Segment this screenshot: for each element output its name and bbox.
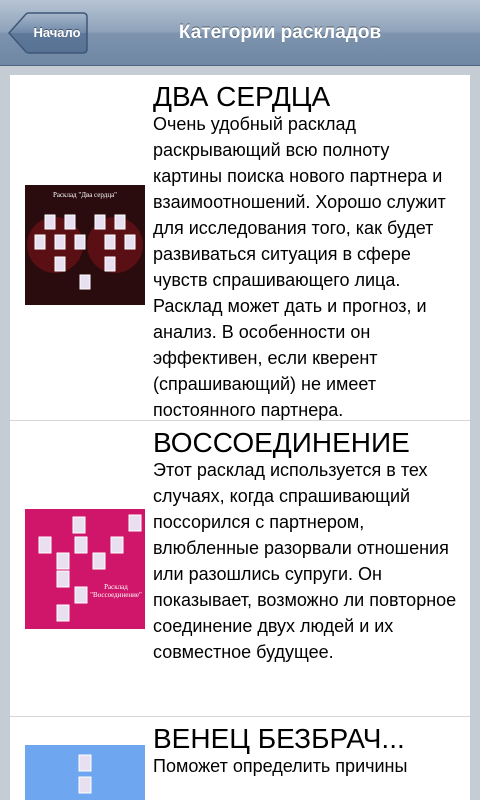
item-title: ВОССОЕДИНЕНИЕ — [153, 427, 410, 458]
thumbnail-caption: Расклад "Воссоединение" — [90, 583, 142, 599]
page-title: Категории раскладов — [178, 22, 382, 43]
item-description: Поможет определить причины — [153, 756, 408, 776]
list-item[interactable]: Расклад "Воссоединение" ВОССОЕДИНЕНИЕ Эт… — [10, 421, 470, 717]
spread-thumbnail-reunion: Расклад "Воссоединение" — [25, 509, 145, 629]
item-description: Очень удобный расклад раскрывающий всю п… — [153, 114, 446, 420]
category-list: Расклад "Два сердца" ДВА СЕРДЦА Очень уд… — [10, 75, 470, 800]
back-button[interactable]: Начало — [8, 12, 88, 54]
back-button-label: Начало — [33, 25, 81, 40]
item-title: ВЕНЕЦ БЕЗБРАЧ... — [153, 723, 405, 754]
list-item[interactable]: ВЕНЕЦ БЕЗБРАЧ... Поможет определить прич… — [10, 717, 470, 800]
spread-thumbnail-two-hearts: Расклад "Два сердца" — [25, 185, 145, 305]
list-item[interactable]: Расклад "Два сердца" ДВА СЕРДЦА Очень уд… — [10, 75, 470, 421]
thumbnail-caption: Расклад "Два сердца" — [52, 191, 118, 199]
item-description: Этот расклад используется в тех случаях,… — [153, 460, 457, 662]
item-title: ДВА СЕРДЦА — [153, 81, 331, 112]
spread-thumbnail-celibacy-crown — [25, 745, 145, 800]
navigation-bar: Начало Категории раскладов — [0, 0, 480, 66]
